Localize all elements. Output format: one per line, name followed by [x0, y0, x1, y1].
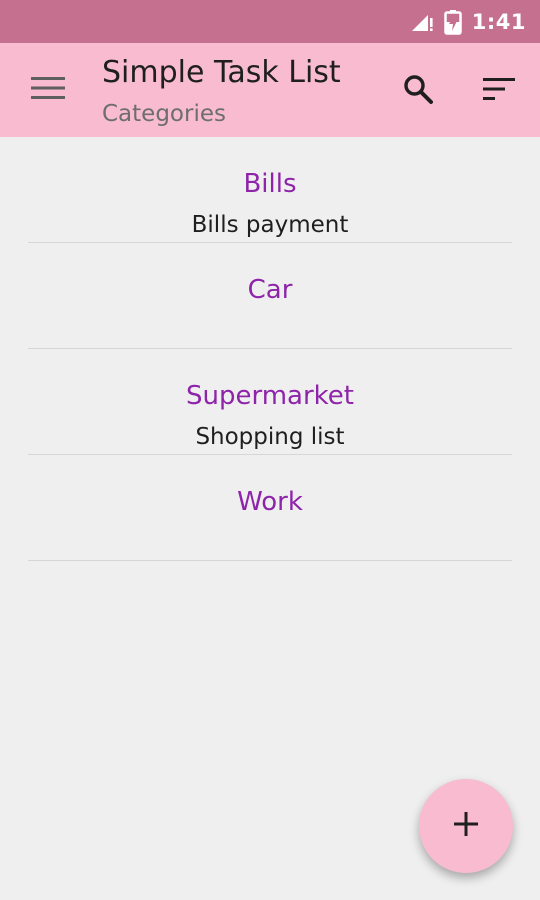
category-name: Car: [247, 275, 293, 305]
battery-charging-icon: [444, 9, 462, 35]
category-name: Bills: [243, 169, 297, 199]
signal-icon: [410, 11, 434, 33]
add-icon: [453, 811, 479, 841]
category-item-work[interactable]: Work: [28, 455, 512, 561]
search-button[interactable]: [394, 69, 442, 113]
app-title: Simple Task List: [102, 55, 341, 90]
category-item-bills[interactable]: Bills Bills payment: [28, 137, 512, 243]
category-item-supermarket[interactable]: Supermarket Shopping list: [28, 349, 512, 455]
menu-button[interactable]: [24, 70, 72, 110]
app-bar: Simple Task List Categories: [0, 43, 540, 137]
app-subtitle: Categories: [102, 101, 226, 127]
search-icon: [402, 73, 434, 109]
sort-icon: [483, 77, 515, 105]
add-category-button[interactable]: [419, 779, 513, 873]
category-item-car[interactable]: Car: [28, 243, 512, 349]
category-description: Bills payment: [191, 212, 349, 238]
category-description: Shopping list: [195, 424, 345, 450]
sort-button[interactable]: [474, 69, 524, 113]
menu-icon: [31, 76, 65, 104]
status-time: 1:41: [471, 9, 526, 34]
category-list: Bills Bills payment Car Supermarket Shop…: [0, 137, 540, 561]
category-name: Supermarket: [186, 381, 354, 411]
category-name: Work: [237, 487, 303, 517]
status-bar: 1:41: [0, 0, 540, 43]
